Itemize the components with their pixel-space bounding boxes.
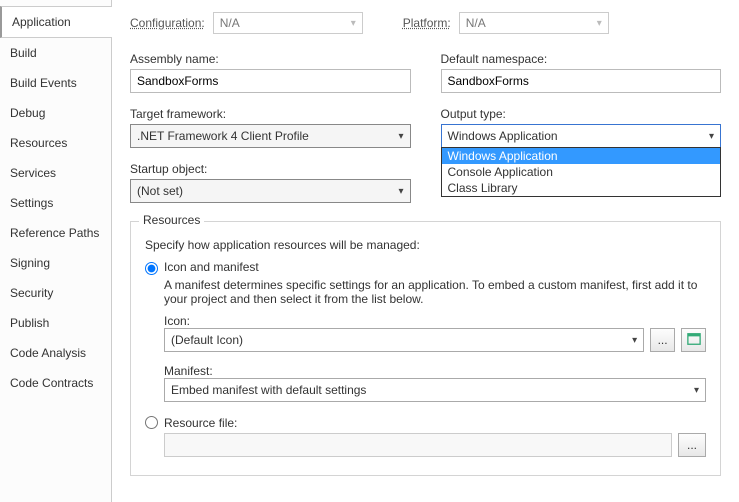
configuration-select: N/A [213,12,363,34]
output-type-select[interactable]: Windows Application [441,124,722,148]
sidebar-item-security[interactable]: Security [0,278,111,308]
sidebar-item-build[interactable]: Build [0,38,111,68]
sidebar-item-services[interactable]: Services [0,158,111,188]
resource-file-radio[interactable] [145,416,158,429]
icon-label: Icon: [164,314,190,328]
resource-file-browse-button[interactable]: ... [678,433,706,457]
icon-manifest-desc: A manifest determines specific settings … [164,278,706,306]
startup-object-label: Startup object: [130,162,411,176]
platform-label: Platform: [403,16,451,30]
icon-preview-button[interactable] [681,328,706,352]
icon-manifest-radio[interactable] [145,262,158,275]
manifest-select[interactable]: Embed manifest with default settings [164,378,706,402]
assembly-name-input[interactable] [130,69,411,93]
platform-select: N/A [459,12,609,34]
sidebar-item-settings[interactable]: Settings [0,188,111,218]
target-framework-label: Target framework: [130,107,411,121]
output-type-label: Output type: [441,107,722,121]
sidebar-item-code-contracts[interactable]: Code Contracts [0,368,111,398]
resource-file-label: Resource file: [164,416,706,430]
sidebar-item-publish[interactable]: Publish [0,308,111,338]
sidebar-item-debug[interactable]: Debug [0,98,111,128]
output-type-option-class-library[interactable]: Class Library [442,180,721,196]
sidebar-item-application[interactable]: Application [0,6,111,38]
target-framework-select[interactable]: .NET Framework 4 Client Profile [130,124,411,148]
sidebar: Application Build Build Events Debug Res… [0,0,112,502]
default-namespace-label: Default namespace: [441,52,722,66]
output-type-option-console-application[interactable]: Console Application [442,164,721,180]
output-type-option-windows-application[interactable]: Windows Application [442,148,721,164]
sidebar-item-build-events[interactable]: Build Events [0,68,111,98]
configuration-label: Configuration: [130,16,205,30]
icon-manifest-label: Icon and manifest [164,260,706,274]
resource-file-input [164,433,672,457]
sidebar-item-resources[interactable]: Resources [0,128,111,158]
sidebar-item-code-analysis[interactable]: Code Analysis [0,338,111,368]
window-icon [687,332,701,349]
resources-group: Resources Specify how application resour… [130,221,721,476]
icon-select[interactable]: (Default Icon) [164,328,644,352]
sidebar-item-reference-paths[interactable]: Reference Paths [0,218,111,248]
manifest-label: Manifest: [164,364,213,378]
startup-object-select[interactable]: (Not set) [130,179,411,203]
sidebar-item-signing[interactable]: Signing [0,248,111,278]
resources-group-desc: Specify how application resources will b… [145,238,706,252]
icon-browse-button[interactable]: ... [650,328,675,352]
assembly-name-label: Assembly name: [130,52,411,66]
content-panel: Configuration: N/A Platform: N/A Assembl… [112,0,739,502]
resources-group-title: Resources [139,213,204,227]
default-namespace-input[interactable] [441,69,722,93]
output-type-dropdown: Windows Application Console Application … [441,147,722,197]
